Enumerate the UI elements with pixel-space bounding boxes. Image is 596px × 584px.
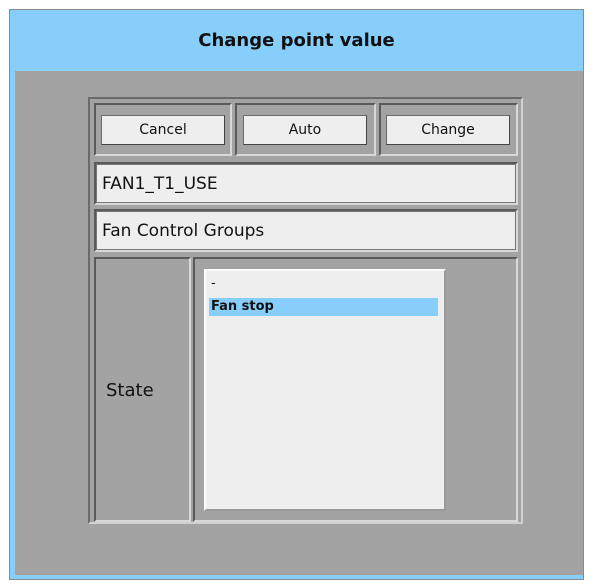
change-button[interactable]: Change [386, 115, 510, 145]
dialog-title: Change point value [10, 10, 583, 71]
point-name-cell: FAN1_T1_USE [94, 162, 518, 205]
auto-button[interactable]: Auto [243, 115, 367, 145]
state-label: State [106, 380, 154, 401]
state-listbox[interactable]: - Fan stop [204, 269, 446, 511]
group-field: Fan Control Groups [96, 211, 516, 250]
auto-cell: Auto [235, 103, 376, 156]
state-option-fan-stop[interactable]: Fan stop [209, 298, 438, 316]
cancel-cell: Cancel [94, 103, 232, 156]
state-label-cell: State [94, 257, 191, 522]
change-point-dialog: Change point value Cancel Auto Change FA… [9, 9, 584, 580]
point-name-field: FAN1_T1_USE [96, 164, 516, 203]
cancel-button[interactable]: Cancel [101, 115, 225, 145]
group-cell: Fan Control Groups [94, 209, 518, 252]
change-cell: Change [379, 103, 518, 156]
dialog-bottom-border [10, 575, 583, 579]
point-panel: Cancel Auto Change FAN1_T1_USE Fan Contr… [88, 97, 523, 524]
dialog-left-border [10, 71, 15, 579]
state-list-cell: - Fan stop [193, 257, 518, 522]
state-option-none[interactable]: - [209, 275, 438, 293]
